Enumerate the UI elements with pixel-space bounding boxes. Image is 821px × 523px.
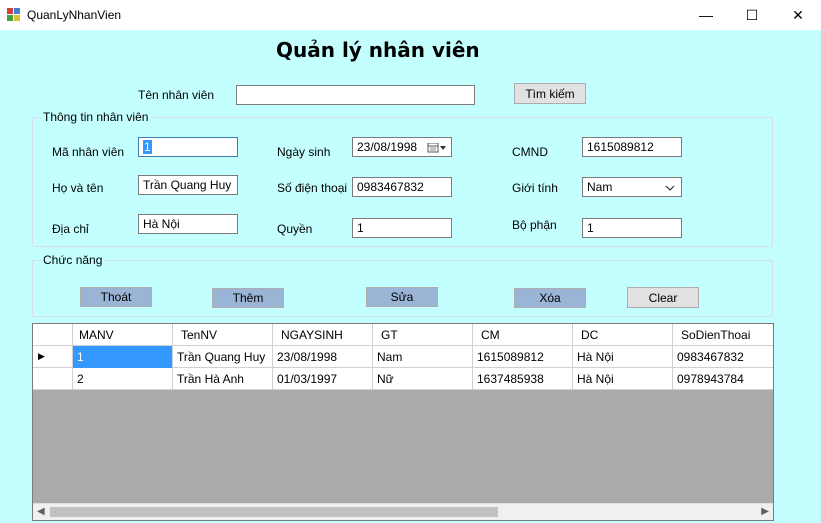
table-row[interactable]: ▶ 1 Trần Quang Huy 23/08/1998 Nam 161508… [33,346,773,368]
exit-button[interactable]: Thoát [80,287,152,307]
column-header-manv[interactable]: MANV [73,324,173,346]
table-cell[interactable]: 1637485938 [473,368,573,390]
gioitinh-value: Nam [587,180,613,194]
search-label: Tên nhân viên [138,88,215,102]
column-header-ngaysinh[interactable]: NGAYSINH [273,324,373,346]
cmnd-field[interactable]: 1615089812 [582,137,682,157]
manv-value: 1 [143,140,152,154]
add-button[interactable]: Thêm [212,288,284,308]
clear-button[interactable]: Clear [627,287,699,308]
table-cell[interactable]: 0978943784 [673,368,773,390]
gioitinh-label: Giới tính [512,181,558,195]
hoten-label: Họ và tên [52,181,104,195]
close-button[interactable]: ✕ [775,0,821,30]
column-header-cm[interactable]: CM [473,324,573,346]
calendar-dropdown-icon[interactable] [427,143,447,153]
table-cell[interactable]: 1 [73,346,173,368]
quyen-field[interactable]: 1 [352,218,452,238]
form-title: Quản lý nhân viên [276,38,480,62]
column-header-gt[interactable]: GT [373,324,473,346]
edit-button[interactable]: Sửa [366,287,438,307]
table-cell[interactable]: 01/03/1997 [273,368,373,390]
table-cell[interactable]: Nữ [373,368,473,390]
scroll-right-icon[interactable]: ▶ [761,506,769,517]
title-bar: QuanLyNhanVien — ☐ ✕ [0,0,821,30]
chevron-down-icon[interactable] [665,184,675,192]
column-header-tennv[interactable]: TenNV [173,324,273,346]
table-cell[interactable]: Nam [373,346,473,368]
scroll-left-icon[interactable]: ◀ [37,506,45,517]
diachi-label: Địa chỉ [52,222,89,236]
bophan-field[interactable]: 1 [582,218,682,238]
sdt-field[interactable]: 0983467832 [352,177,452,197]
maximize-button[interactable]: ☐ [729,0,775,30]
table-cell[interactable]: 1615089812 [473,346,573,368]
quyen-label: Quyền [277,222,313,236]
employee-info-group-title: Thông tin nhân viên [41,110,151,124]
table-row[interactable]: 2 Trần Hà Anh 01/03/1997 Nữ 1637485938 H… [33,368,773,390]
table-cell[interactable]: Trần Hà Anh [173,368,273,390]
table-cell[interactable]: Trần Quang Huy [173,346,273,368]
current-row-arrow-icon: ▶ [38,351,45,361]
delete-button[interactable]: Xóa [514,288,586,308]
cmnd-label: CMND [512,145,548,159]
row-header[interactable]: ▶ [33,346,73,368]
window-title: QuanLyNhanVien [27,8,122,22]
table-cell[interactable]: Hà Nội [573,368,673,390]
minimize-button[interactable]: — [683,0,729,30]
function-group-title: Chức năng [41,253,105,267]
ngaysinh-value: 23/08/1998 [357,140,418,154]
search-button[interactable]: Tìm kiếm [514,83,586,104]
gioitinh-select[interactable]: Nam [582,177,682,197]
ngaysinh-datepicker[interactable]: 23/08/1998 [352,137,452,157]
employee-grid[interactable]: MANV TenNV NGAYSINH GT CM DC SoDienThoai… [32,323,774,521]
horizontal-scrollbar[interactable]: ◀ ▶ [33,503,773,520]
grid-header: MANV TenNV NGAYSINH GT CM DC SoDienThoai [33,324,773,346]
manv-field[interactable]: 1 [138,137,238,157]
hoten-field[interactable]: Trần Quang Huy [138,175,238,195]
bophan-label: Bộ phận [512,218,557,232]
table-cell[interactable]: 2 [73,368,173,390]
form-client-area: Quản lý nhân viên Tên nhân viên Tìm kiếm… [0,30,821,523]
sdt-label: Số điện thoại [277,181,348,195]
ngaysinh-label: Ngày sinh [277,145,331,159]
column-header-dc[interactable]: DC [573,324,673,346]
scrollbar-thumb[interactable] [50,507,498,517]
search-input[interactable] [236,85,475,105]
app-icon [7,8,21,22]
row-header[interactable] [33,368,73,390]
diachi-field[interactable]: Hà Nội [138,214,238,234]
table-cell[interactable]: 23/08/1998 [273,346,373,368]
column-header-sodienthoai[interactable]: SoDienThoai [673,324,773,346]
table-cell[interactable]: Hà Nội [573,346,673,368]
grid-corner [33,324,73,346]
manv-label: Mã nhân viên [52,145,125,159]
table-cell[interactable]: 0983467832 [673,346,773,368]
